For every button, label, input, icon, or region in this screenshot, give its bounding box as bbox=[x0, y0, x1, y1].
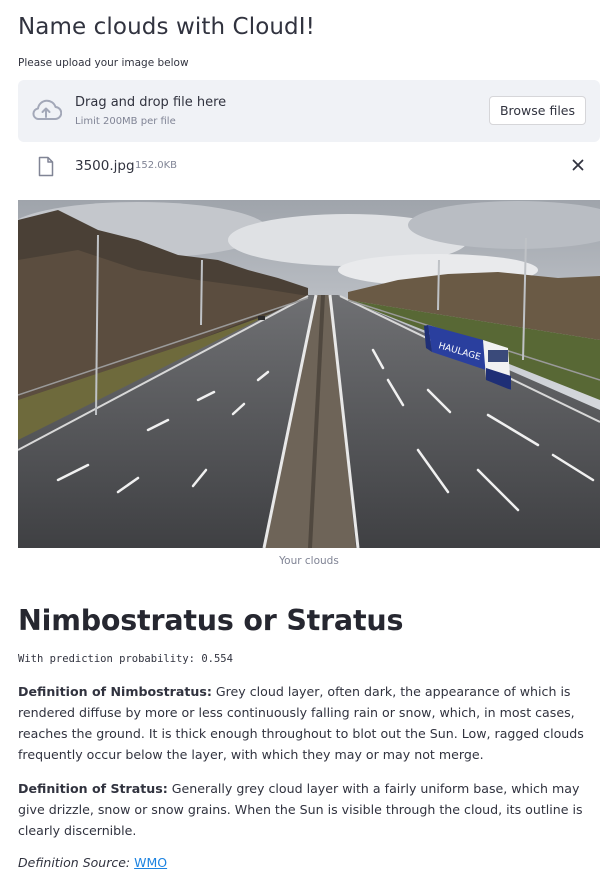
browse-files-button[interactable]: Browse files bbox=[488, 96, 586, 125]
dropzone-limit: Limit 200MB per file bbox=[75, 116, 176, 127]
file-dropzone[interactable]: Drag and drop file here Limit 200MB per … bbox=[18, 80, 600, 142]
cloud-upload-icon bbox=[32, 99, 62, 120]
uploaded-file-row: 3500.jpg 152.0KB bbox=[18, 152, 600, 182]
app-title: Name clouds with CloudI! bbox=[18, 14, 315, 40]
definition-nimbostratus-label: Definition of Nimbostratus: bbox=[18, 684, 212, 699]
definition-nimbostratus: Definition of Nimbostratus: Grey cloud l… bbox=[18, 681, 588, 765]
definition-stratus: Definition of Stratus: Generally grey cl… bbox=[18, 778, 588, 841]
prediction-probability: With prediction probability: 0.554 bbox=[18, 653, 233, 665]
file-size: 152.0KB bbox=[135, 160, 178, 171]
image-caption: Your clouds bbox=[279, 555, 339, 567]
definition-stratus-label: Definition of Stratus: bbox=[18, 781, 168, 796]
close-icon[interactable] bbox=[570, 157, 586, 173]
dropzone-instructions: Drag and drop file here bbox=[75, 95, 227, 110]
upload-label: Please upload your image below bbox=[18, 57, 189, 69]
source-label: Definition Source: bbox=[18, 855, 135, 870]
uploaded-cloud-photo: HAULAGE bbox=[18, 200, 600, 548]
file-icon bbox=[38, 156, 54, 177]
result-title: Nimbostratus or Stratus bbox=[18, 604, 404, 637]
wmo-link[interactable]: WMO bbox=[134, 855, 167, 870]
file-name: 3500.jpg bbox=[75, 158, 135, 174]
definition-source: Definition Source: WMO bbox=[18, 855, 167, 870]
